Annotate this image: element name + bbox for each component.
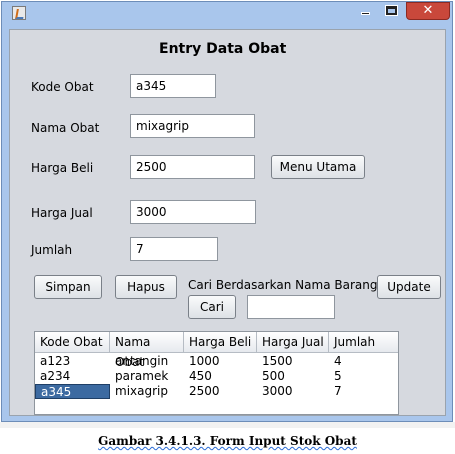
- java-cup-icon: [12, 6, 26, 20]
- close-icon: ✕: [422, 3, 434, 18]
- figure-caption-text: Gambar 3.4.1.3. Form Input Stok Obat: [98, 434, 357, 448]
- cell-nama-obat: mixagrip: [115, 384, 168, 398]
- jumlah-label: Jumlah: [31, 243, 73, 257]
- simpan-button[interactable]: Simpan: [34, 275, 102, 299]
- cell-kode-obat-selected: a345: [35, 384, 110, 399]
- column-header-harga-jual[interactable]: Harga Jual: [257, 332, 329, 352]
- search-label: Cari Berdasarkan Nama Barang: [188, 278, 378, 292]
- obat-table: Kode Obat Nama Obat Harga Beli Harga Jua…: [34, 331, 399, 415]
- cell-jumlah: 4: [334, 354, 342, 368]
- column-header-jumlah[interactable]: Jumlah: [329, 332, 398, 352]
- cell-jumlah: 7: [334, 384, 342, 398]
- maximize-button[interactable]: [378, 2, 404, 20]
- minimize-button[interactable]: [352, 2, 378, 20]
- table-header: Kode Obat Nama Obat Harga Beli Harga Jua…: [35, 332, 398, 369]
- update-button[interactable]: Update: [377, 275, 441, 299]
- cell-harga-jual: 1500: [262, 354, 293, 368]
- harga-beli-label: Harga Beli: [31, 161, 94, 175]
- menu-utama-button[interactable]: Menu Utama: [271, 155, 365, 179]
- maximize-icon: [385, 5, 398, 16]
- title-bar[interactable]: ✕: [2, 2, 452, 24]
- application-window: ✕ Entry Data Obat Kode Obat a345 Nama Ob…: [1, 1, 453, 422]
- cell-harga-beli: 1000: [189, 354, 220, 368]
- cari-button[interactable]: Cari: [188, 295, 236, 319]
- nama-obat-field[interactable]: mixagrip: [130, 114, 255, 138]
- cell-harga-jual: 3000: [262, 384, 293, 398]
- column-header-harga-beli[interactable]: Harga Beli: [184, 332, 257, 352]
- hapus-button[interactable]: Hapus: [115, 275, 177, 299]
- cell-nama-obat: paramek: [115, 369, 169, 383]
- close-button[interactable]: ✕: [406, 2, 450, 20]
- column-header-nama-obat[interactable]: Nama Obat: [110, 332, 184, 369]
- form-panel: Entry Data Obat Kode Obat a345 Nama Obat…: [9, 29, 446, 416]
- cell-harga-beli: 450: [189, 369, 212, 383]
- table-row[interactable]: a234 paramek 450 500 5: [35, 369, 398, 384]
- cell-kode-obat: a234: [40, 369, 71, 383]
- minimize-icon: [361, 12, 370, 15]
- cell-harga-jual: 500: [262, 369, 285, 383]
- jumlah-field[interactable]: 7: [130, 237, 218, 261]
- cell-kode-obat: a123: [40, 354, 71, 368]
- harga-beli-field[interactable]: 2500: [130, 155, 255, 179]
- cell-harga-beli: 2500: [189, 384, 220, 398]
- kode-obat-field[interactable]: a345: [130, 74, 216, 98]
- form-heading: Entry Data Obat: [159, 41, 287, 57]
- harga-jual-label: Harga Jual: [31, 206, 93, 220]
- table-row-selected[interactable]: a345 mixagrip 2500 3000 7: [35, 384, 398, 399]
- figure-caption: Gambar 3.4.1.3. Form Input Stok Obat: [0, 434, 455, 448]
- harga-jual-field[interactable]: 3000: [130, 200, 256, 224]
- nama-obat-label: Nama Obat: [31, 121, 100, 135]
- cell-nama-obat: antangin: [115, 354, 169, 368]
- column-header-kode-obat[interactable]: Kode Obat: [35, 332, 110, 352]
- search-input[interactable]: [247, 295, 335, 319]
- document-background-strip: [0, 422, 455, 428]
- table-row[interactable]: a123 antangin 1000 1500 4: [35, 354, 398, 369]
- cell-jumlah: 5: [334, 369, 342, 383]
- kode-obat-label: Kode Obat: [31, 80, 94, 94]
